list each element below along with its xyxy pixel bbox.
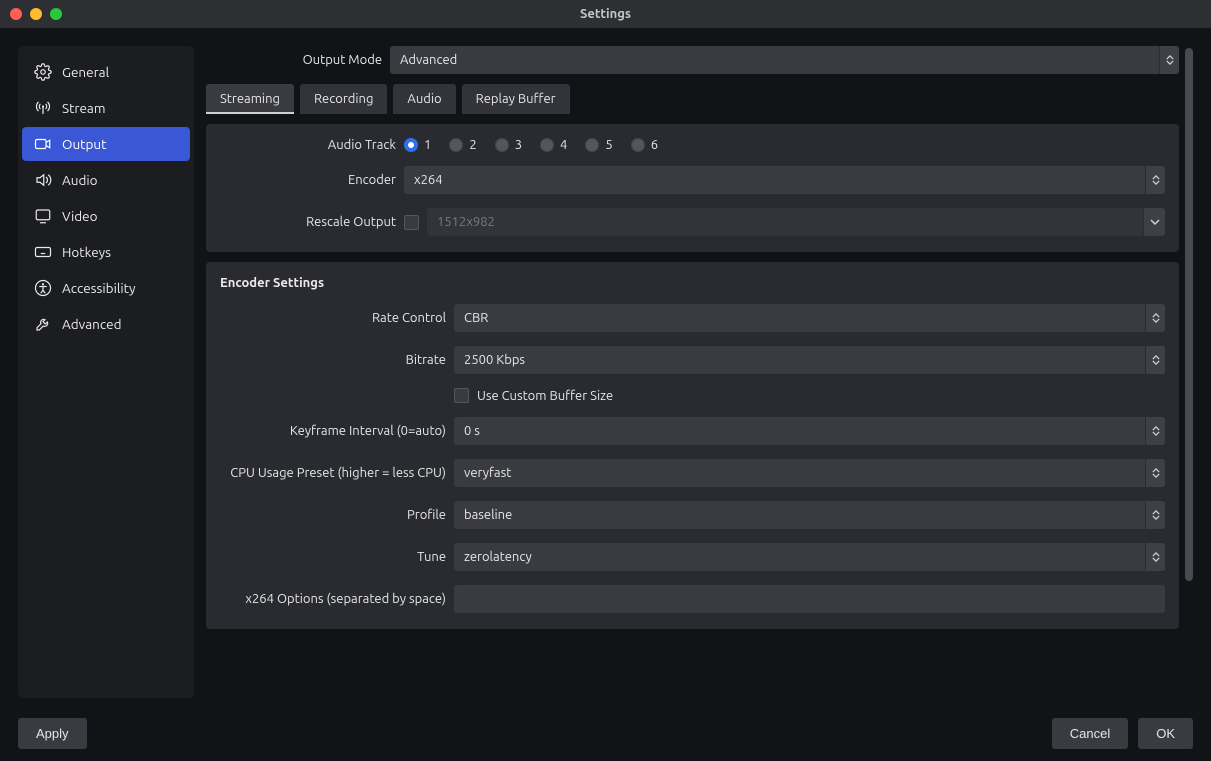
audio-track-radio-5[interactable]: 5 — [585, 138, 612, 152]
chevron-down-icon — [1143, 208, 1165, 236]
audio-track-radio-2[interactable]: 2 — [449, 138, 476, 152]
audio-track-radio-4[interactable]: 4 — [540, 138, 567, 152]
encoder-settings-panel: Encoder Settings Rate Control CBR — [206, 262, 1179, 629]
minimize-window-button[interactable] — [30, 8, 42, 20]
sidebar-item-output[interactable]: Output — [22, 127, 190, 161]
gear-icon — [34, 63, 52, 81]
cancel-button[interactable]: Cancel — [1052, 718, 1128, 749]
sidebar-item-label: Video — [62, 208, 98, 224]
tools-icon — [34, 315, 52, 333]
chevron-up-down-icon — [1145, 459, 1165, 487]
encoder-select[interactable]: x264 — [404, 166, 1165, 194]
sidebar-item-hotkeys[interactable]: Hotkeys — [22, 235, 190, 269]
maximize-window-button[interactable] — [50, 8, 62, 20]
bitrate-spinbox[interactable]: 2500 Kbps — [454, 346, 1165, 374]
encoder-settings-title: Encoder Settings — [220, 276, 1165, 290]
chevron-up-down-icon — [1145, 501, 1165, 529]
ok-button[interactable]: OK — [1138, 718, 1193, 749]
dialog-footer: Apply Cancel OK — [18, 712, 1193, 749]
output-tabs: Streaming Recording Audio Replay Buffer — [206, 84, 1179, 114]
profile-label: Profile — [220, 508, 446, 522]
tab-audio[interactable]: Audio — [393, 84, 455, 114]
output-mode-select[interactable]: Advanced — [390, 46, 1179, 74]
sidebar-item-accessibility[interactable]: Accessibility — [22, 271, 190, 305]
cpu-preset-label: CPU Usage Preset (higher = less CPU) — [220, 466, 446, 480]
encoder-label: Encoder — [220, 173, 396, 187]
audio-track-radio-6[interactable]: 6 — [631, 138, 658, 152]
rescale-output-checkbox[interactable] — [404, 215, 419, 230]
sidebar-item-label: Hotkeys — [62, 244, 111, 260]
close-window-button[interactable] — [10, 8, 22, 20]
sidebar-item-stream[interactable]: Stream — [22, 91, 190, 125]
scrollbar-thumb[interactable] — [1185, 48, 1193, 581]
tune-label: Tune — [220, 550, 446, 564]
rate-control-label: Rate Control — [220, 311, 446, 325]
content-scrollbar[interactable] — [1185, 48, 1193, 627]
tune-select[interactable]: zerolatency — [454, 543, 1165, 571]
sidebar-item-label: Stream — [62, 100, 106, 116]
tab-recording[interactable]: Recording — [300, 84, 387, 114]
sidebar-item-advanced[interactable]: Advanced — [22, 307, 190, 341]
x264-options-input[interactable] — [454, 585, 1165, 613]
speaker-icon — [34, 171, 52, 189]
stepper-up-down-icon — [1145, 346, 1165, 374]
rescale-output-label: Rescale Output — [220, 215, 396, 229]
antenna-icon — [34, 99, 52, 117]
chevron-up-down-icon — [1145, 543, 1165, 571]
audio-track-radio-1[interactable]: 1 — [404, 138, 431, 152]
streaming-panel: Audio Track 1 2 3 4 5 6 — [206, 124, 1179, 252]
apply-button[interactable]: Apply — [18, 718, 87, 749]
output-mode-label: Output Mode — [206, 53, 382, 67]
settings-sidebar: General Stream Output Audio Video — [18, 46, 194, 698]
rate-control-select[interactable]: CBR — [454, 304, 1165, 332]
keyboard-icon — [34, 243, 52, 261]
x264-options-label: x264 Options (separated by space) — [220, 592, 446, 606]
sidebar-item-label: Accessibility — [62, 280, 136, 296]
cpu-preset-select[interactable]: veryfast — [454, 459, 1165, 487]
profile-select[interactable]: baseline — [454, 501, 1165, 529]
sidebar-item-label: General — [62, 64, 109, 80]
output-mode-value: Advanced — [390, 53, 467, 67]
audio-track-radio-3[interactable]: 3 — [495, 138, 522, 152]
tab-streaming[interactable]: Streaming — [206, 84, 294, 114]
rescale-output-select[interactable]: 1512x982 — [427, 208, 1165, 236]
chevron-up-down-icon — [1145, 166, 1165, 194]
tab-replay-buffer[interactable]: Replay Buffer — [462, 84, 570, 114]
sidebar-item-label: Output — [62, 136, 106, 152]
titlebar: Settings — [0, 0, 1211, 28]
stepper-up-down-icon — [1145, 417, 1165, 445]
encoder-value: x264 — [404, 173, 453, 187]
keyframe-interval-label: Keyframe Interval (0=auto) — [220, 424, 446, 438]
use-custom-buffer-checkbox[interactable] — [454, 388, 469, 403]
keyframe-interval-spinbox[interactable]: 0 s — [454, 417, 1165, 445]
sidebar-item-audio[interactable]: Audio — [22, 163, 190, 197]
window-title: Settings — [0, 7, 1211, 21]
audio-track-radio-group: 1 2 3 4 5 6 — [404, 138, 658, 152]
sidebar-item-video[interactable]: Video — [22, 199, 190, 233]
chevron-up-down-icon — [1159, 46, 1179, 74]
chevron-up-down-icon — [1145, 304, 1165, 332]
bitrate-label: Bitrate — [220, 353, 446, 367]
sidebar-item-label: Advanced — [62, 316, 121, 332]
accessibility-icon — [34, 279, 52, 297]
use-custom-buffer-label: Use Custom Buffer Size — [477, 389, 613, 403]
sidebar-item-label: Audio — [62, 172, 98, 188]
monitor-icon — [34, 207, 52, 225]
rescale-output-value: 1512x982 — [427, 215, 505, 229]
sidebar-item-general[interactable]: General — [22, 55, 190, 89]
output-icon — [34, 135, 52, 153]
audio-track-label: Audio Track — [220, 138, 396, 152]
